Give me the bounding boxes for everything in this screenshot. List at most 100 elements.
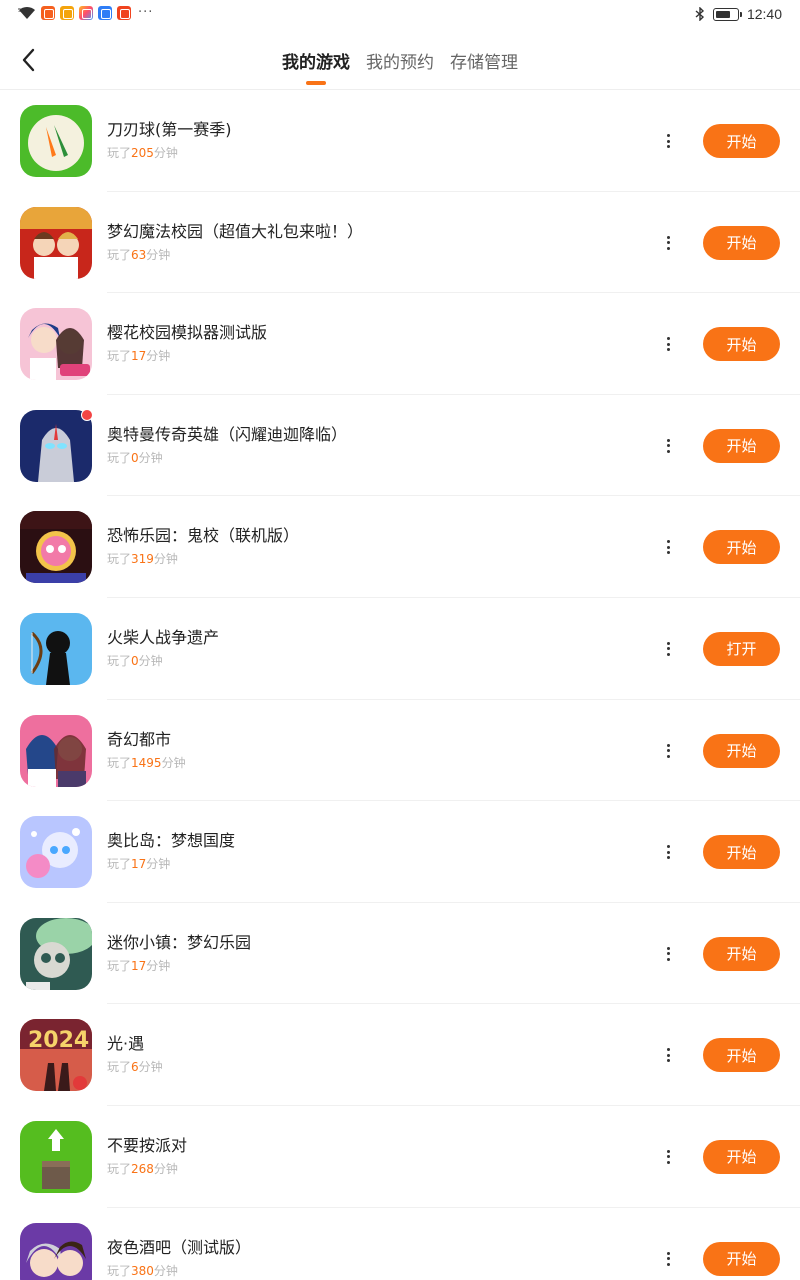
game-title: 恐怖乐园：鬼校（联机版） — [107, 526, 300, 546]
play-time-minutes: 268 — [131, 1161, 154, 1176]
game-list-item[interactable]: 恐怖乐园：鬼校（联机版） 玩了319分钟 开始 — [0, 496, 800, 598]
more-options-icon[interactable] — [664, 235, 672, 251]
play-time-suffix: 分钟 — [153, 1161, 178, 1176]
tab-bar: 我的游戏 我的预约 存储管理 — [0, 48, 800, 85]
play-time-prefix: 玩了 — [107, 247, 132, 262]
dot — [666, 749, 670, 753]
open-button[interactable]: 打开 — [703, 631, 780, 666]
dot — [666, 1053, 670, 1057]
active-tab-indicator — [306, 81, 326, 85]
play-time: 玩了17分钟 — [107, 855, 170, 872]
start-button[interactable]: 开始 — [703, 225, 780, 260]
more-options-icon[interactable] — [664, 438, 672, 454]
status-bar-left: 5 ··· — [18, 6, 153, 20]
start-button[interactable]: 开始 — [703, 124, 780, 158]
dot — [666, 1160, 670, 1164]
more-options-icon[interactable] — [664, 133, 672, 149]
more-notifications-indicator: ··· — [138, 5, 154, 20]
start-button[interactable]: 开始 — [703, 428, 780, 463]
play-time-prefix: 玩了 — [107, 857, 132, 872]
play-time-suffix: 分钟 — [146, 247, 171, 262]
game-title: 夜色酒吧（测试版） — [107, 1237, 252, 1257]
play-time-suffix: 分钟 — [146, 857, 171, 872]
more-options-icon[interactable] — [664, 539, 672, 555]
dot — [666, 754, 670, 758]
status-bar-right: 12:40 — [695, 6, 782, 22]
game-icon[interactable] — [20, 612, 92, 685]
game-icon[interactable] — [20, 308, 92, 381]
more-options-icon[interactable] — [664, 336, 672, 352]
play-time: 玩了319分钟 — [107, 550, 178, 567]
game-list-item[interactable]: 刀刃球(第一赛季) 玩了205分钟 开始 — [0, 90, 800, 192]
play-time-suffix: 分钟 — [138, 1060, 163, 1075]
start-button[interactable]: 开始 — [703, 1139, 780, 1174]
svg-text:2024: 2024 — [28, 1028, 89, 1053]
dot — [666, 1149, 670, 1153]
more-options-icon[interactable] — [664, 743, 672, 759]
dot — [666, 449, 670, 453]
play-time: 玩了380分钟 — [107, 1262, 178, 1279]
start-button[interactable]: 开始 — [703, 327, 780, 362]
app-notification-icon — [41, 6, 55, 20]
game-icon[interactable] — [20, 1120, 92, 1193]
play-time-suffix: 分钟 — [146, 349, 171, 364]
game-list-item[interactable]: 夜色酒吧（测试版） 玩了380分钟 开始 — [0, 1208, 800, 1280]
more-options-icon[interactable] — [664, 641, 672, 657]
header: 我的游戏 我的预约 存储管理 — [0, 30, 800, 90]
game-list-item[interactable]: 奇幻都市 玩了1495分钟 开始 — [0, 700, 800, 802]
game-title: 梦幻魔法校园（超值大礼包来啦！） — [107, 221, 364, 241]
dot — [666, 145, 670, 148]
game-list-item[interactable]: 奥特曼传奇英雄（闪耀迪迦降临） 玩了0分钟 开始 — [0, 395, 800, 497]
more-options-icon[interactable] — [664, 1149, 672, 1165]
start-button[interactable]: 开始 — [703, 1241, 780, 1276]
play-time-prefix: 玩了 — [107, 653, 132, 668]
dot — [666, 845, 670, 849]
dot — [666, 743, 670, 747]
play-time-minutes: 63 — [131, 247, 147, 262]
game-list-item[interactable]: 火柴人战争遗产 玩了0分钟 打开 — [0, 598, 800, 700]
play-time-minutes: 0 — [131, 450, 139, 465]
start-button[interactable]: 开始 — [703, 1038, 780, 1073]
tab-label: 我的游戏 — [282, 53, 350, 73]
tab-my-reservations[interactable]: 我的预约 — [366, 48, 434, 85]
more-options-icon[interactable] — [664, 844, 672, 860]
play-time: 玩了6分钟 — [107, 1058, 163, 1075]
start-button[interactable]: 开始 — [703, 835, 780, 870]
tab-storage-management[interactable]: 存储管理 — [450, 48, 518, 85]
game-list-item[interactable]: 不要按派对 玩了268分钟 开始 — [0, 1106, 800, 1208]
game-icon[interactable] — [20, 206, 92, 279]
game-icon[interactable] — [20, 816, 92, 889]
new-badge-dot — [81, 408, 93, 421]
more-options-icon[interactable] — [664, 1047, 672, 1063]
start-button[interactable]: 开始 — [703, 530, 780, 565]
game-icon[interactable] — [20, 511, 92, 584]
game-icon[interactable]: 2024 — [20, 1019, 92, 1092]
game-list-item[interactable]: 迷你小镇：梦幻乐园 玩了17分钟 开始 — [0, 903, 800, 1005]
start-button[interactable]: 开始 — [703, 733, 780, 768]
game-icon[interactable] — [20, 714, 92, 787]
dot — [666, 540, 670, 544]
tab-my-games[interactable]: 我的游戏 — [282, 48, 350, 85]
play-time-minutes: 17 — [131, 958, 147, 973]
more-options-icon[interactable] — [664, 1251, 672, 1267]
play-time: 玩了63分钟 — [107, 246, 170, 263]
dot — [666, 1262, 670, 1266]
dot — [666, 1048, 670, 1052]
more-options-icon[interactable] — [664, 946, 672, 962]
game-icon[interactable] — [20, 1222, 92, 1280]
game-icon[interactable] — [20, 917, 92, 990]
dot — [666, 1257, 670, 1261]
game-list-item[interactable]: 梦幻魔法校园（超值大礼包来啦！） 玩了63分钟 开始 — [0, 192, 800, 294]
clock: 12:40 — [746, 6, 782, 22]
play-time-prefix: 玩了 — [107, 755, 132, 770]
dot — [666, 1059, 670, 1063]
game-list-item[interactable]: 2024 光·遇 玩了6分钟 开始 — [0, 1004, 800, 1106]
game-list-item[interactable]: 樱花校园模拟器测试版 玩了17分钟 开始 — [0, 293, 800, 395]
game-list-item[interactable]: 奥比岛：梦想国度 玩了17分钟 开始 — [0, 801, 800, 903]
start-button[interactable]: 开始 — [703, 936, 780, 971]
game-icon[interactable] — [20, 409, 92, 482]
play-time-prefix: 玩了 — [107, 146, 132, 160]
game-title: 不要按派对 — [107, 1135, 188, 1155]
dot — [666, 957, 670, 961]
game-icon[interactable] — [20, 105, 92, 177]
